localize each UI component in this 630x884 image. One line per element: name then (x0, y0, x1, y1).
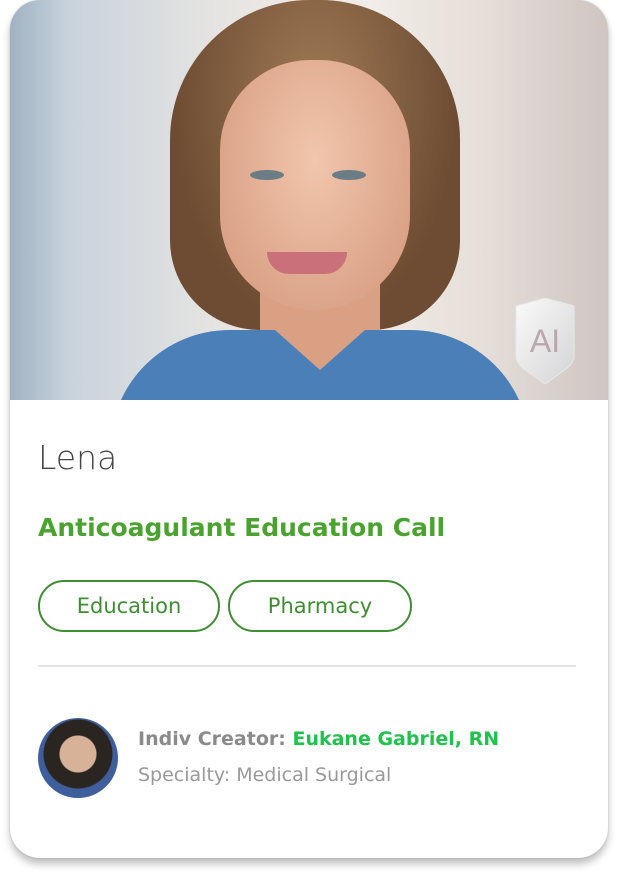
tag-pharmacy[interactable]: Pharmacy (228, 580, 412, 632)
creator-avatar (38, 718, 118, 798)
creator-line: Indiv Creator: Eukane Gabriel, RN (138, 728, 499, 750)
creator-name[interactable]: Eukane Gabriel, RN (292, 728, 499, 750)
divider (38, 665, 576, 667)
ai-shield-icon: AI (512, 297, 578, 385)
persona-card[interactable]: AI Lena Anticoagulant Education Call Edu… (10, 0, 608, 858)
creator-specialty: Specialty: Medical Surgical (138, 764, 392, 786)
creator-label: Indiv Creator: (138, 728, 286, 750)
scenario-title[interactable]: Anticoagulant Education Call (38, 513, 445, 542)
svg-text:AI: AI (530, 323, 560, 359)
persona-name: Lena (38, 438, 118, 477)
persona-photo: AI (10, 0, 608, 400)
tag-education[interactable]: Education (38, 580, 220, 632)
